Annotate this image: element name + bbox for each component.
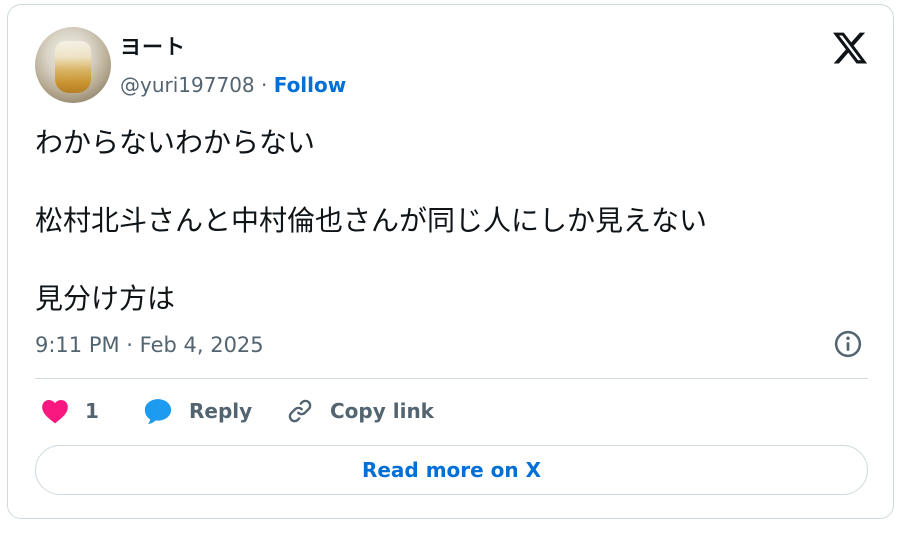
read-more-button[interactable]: Read more on X: [35, 445, 868, 495]
tweet-text: わからないわからない 松村北斗さんと中村倫也さんが同じ人にしか見えない 見分け方…: [35, 123, 865, 357]
reply-button[interactable]: Reply: [143, 395, 252, 427]
tweet-timestamp[interactable]: 9:11 PM · Feb 4, 2025: [35, 333, 264, 357]
like-count: 1: [85, 399, 99, 423]
x-logo-icon[interactable]: [831, 29, 869, 67]
handle-separator: ·: [254, 73, 274, 97]
info-icon[interactable]: [833, 329, 863, 359]
copy-link-label: Copy link: [330, 399, 434, 423]
avatar[interactable]: [35, 27, 111, 103]
tweet-embed-card: ヨート @yuri197708 · Follow わからないわからない 松村北斗…: [7, 4, 894, 519]
author-handle[interactable]: @yuri197708: [120, 73, 255, 97]
tweet-paragraph: 見分け方は: [35, 282, 176, 315]
avatar-image-beer-glass: [55, 41, 91, 93]
divider: [35, 378, 868, 379]
copy-link-button[interactable]: Copy link: [286, 395, 434, 427]
author-display-name[interactable]: ヨート: [120, 31, 186, 61]
tweet-paragraph: わからないわからない: [35, 126, 316, 159]
heart-icon: [42, 400, 68, 424]
author-handle-row: @yuri197708 · Follow: [120, 73, 346, 97]
like-button[interactable]: 1: [41, 395, 99, 427]
link-icon: [288, 399, 312, 423]
reply-label: Reply: [189, 399, 253, 423]
follow-button[interactable]: Follow: [274, 73, 347, 97]
speech-bubble-icon: [144, 399, 172, 425]
tweet-paragraph: 松村北斗さんと中村倫也さんが同じ人にしか見えない: [35, 204, 708, 237]
